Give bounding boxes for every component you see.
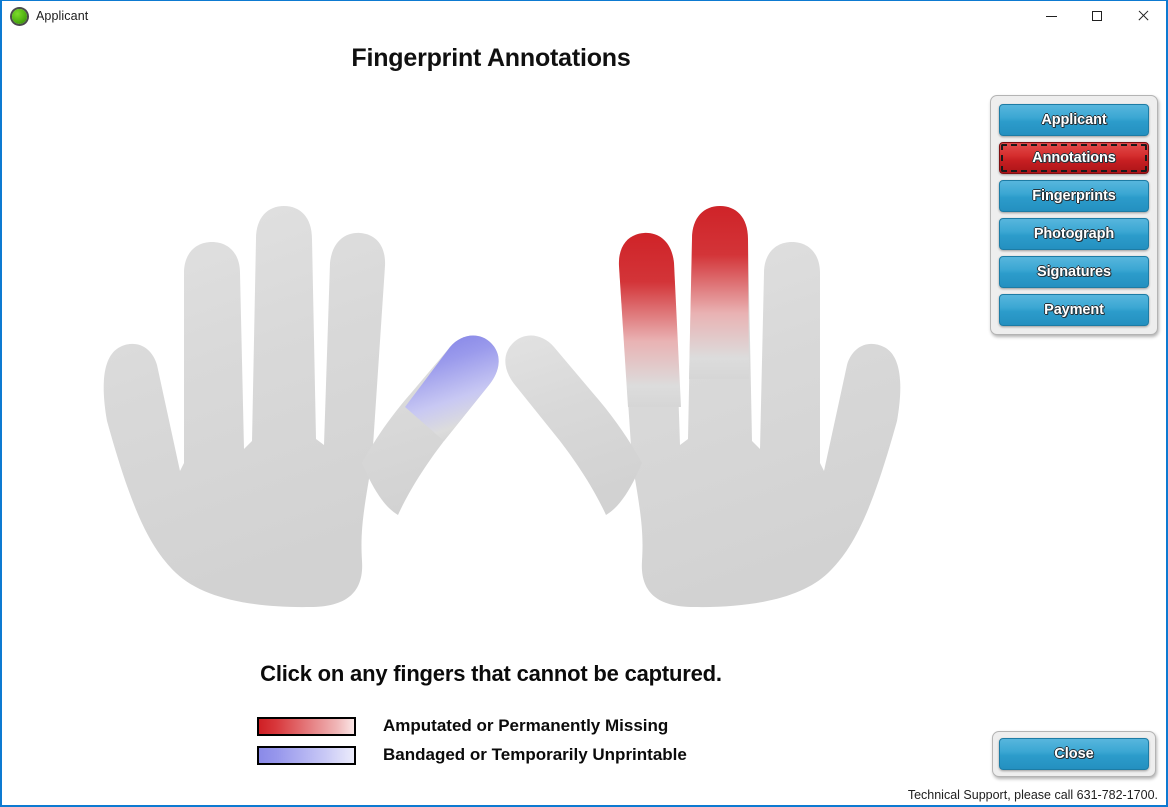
legend-item-bandaged: Bandaged or Temporarily Unprintable: [257, 742, 817, 768]
legend-swatch-red: [257, 716, 356, 736]
application-window: Applicant Fingerprint Annotations Click …: [0, 0, 1168, 807]
window-titlebar: Applicant: [2, 1, 1166, 31]
left-hand[interactable]: [103, 206, 499, 608]
navigation-panel: Applicant Annotations Fingerprints Photo…: [990, 95, 1158, 335]
close-icon: [1137, 10, 1149, 22]
nav-item-applicant[interactable]: Applicant: [999, 104, 1149, 136]
nav-item-photograph[interactable]: Photograph: [999, 218, 1149, 250]
nav-item-fingerprints[interactable]: Fingerprints: [999, 180, 1149, 212]
legend-swatch-blue: [257, 745, 356, 765]
support-text: Technical Support, please call 631-782-1…: [907, 788, 1158, 802]
right-hand-index-annotation[interactable]: [618, 232, 681, 407]
close-button-panel: Close: [992, 731, 1156, 777]
maximize-icon: [1092, 11, 1102, 21]
legend: Amputated or Permanently Missing Bandage…: [257, 713, 817, 771]
maximize-button[interactable]: [1074, 1, 1120, 31]
titlebar-left-group: Applicant: [2, 8, 89, 24]
minimize-button[interactable]: [1028, 1, 1074, 31]
legend-label-bandaged: Bandaged or Temporarily Unprintable: [383, 745, 687, 764]
right-hand[interactable]: [505, 206, 901, 608]
nav-item-signatures[interactable]: Signatures: [999, 256, 1149, 288]
legend-item-amputated: Amputated or Permanently Missing: [257, 713, 817, 739]
nav-item-payment[interactable]: Payment: [999, 294, 1149, 326]
right-hand-thumb[interactable]: [505, 335, 642, 515]
close-button[interactable]: Close: [999, 738, 1149, 770]
close-window-button[interactable]: [1120, 1, 1166, 31]
nav-item-annotations[interactable]: Annotations: [999, 142, 1149, 174]
instruction-text: Click on any fingers that cannot be capt…: [260, 661, 722, 686]
right-hand-middle-annotation[interactable]: [689, 206, 749, 379]
hands-diagram: [72, 111, 932, 631]
window-title: Applicant: [36, 9, 89, 23]
left-hand-palm[interactable]: [103, 206, 386, 608]
page-title: Fingerprint Annotations: [351, 44, 631, 72]
legend-label-amputated: Amputated or Permanently Missing: [383, 716, 669, 735]
window-controls: [1028, 1, 1166, 31]
minimize-icon: [1045, 15, 1057, 17]
green-circle-icon: [12, 8, 27, 24]
